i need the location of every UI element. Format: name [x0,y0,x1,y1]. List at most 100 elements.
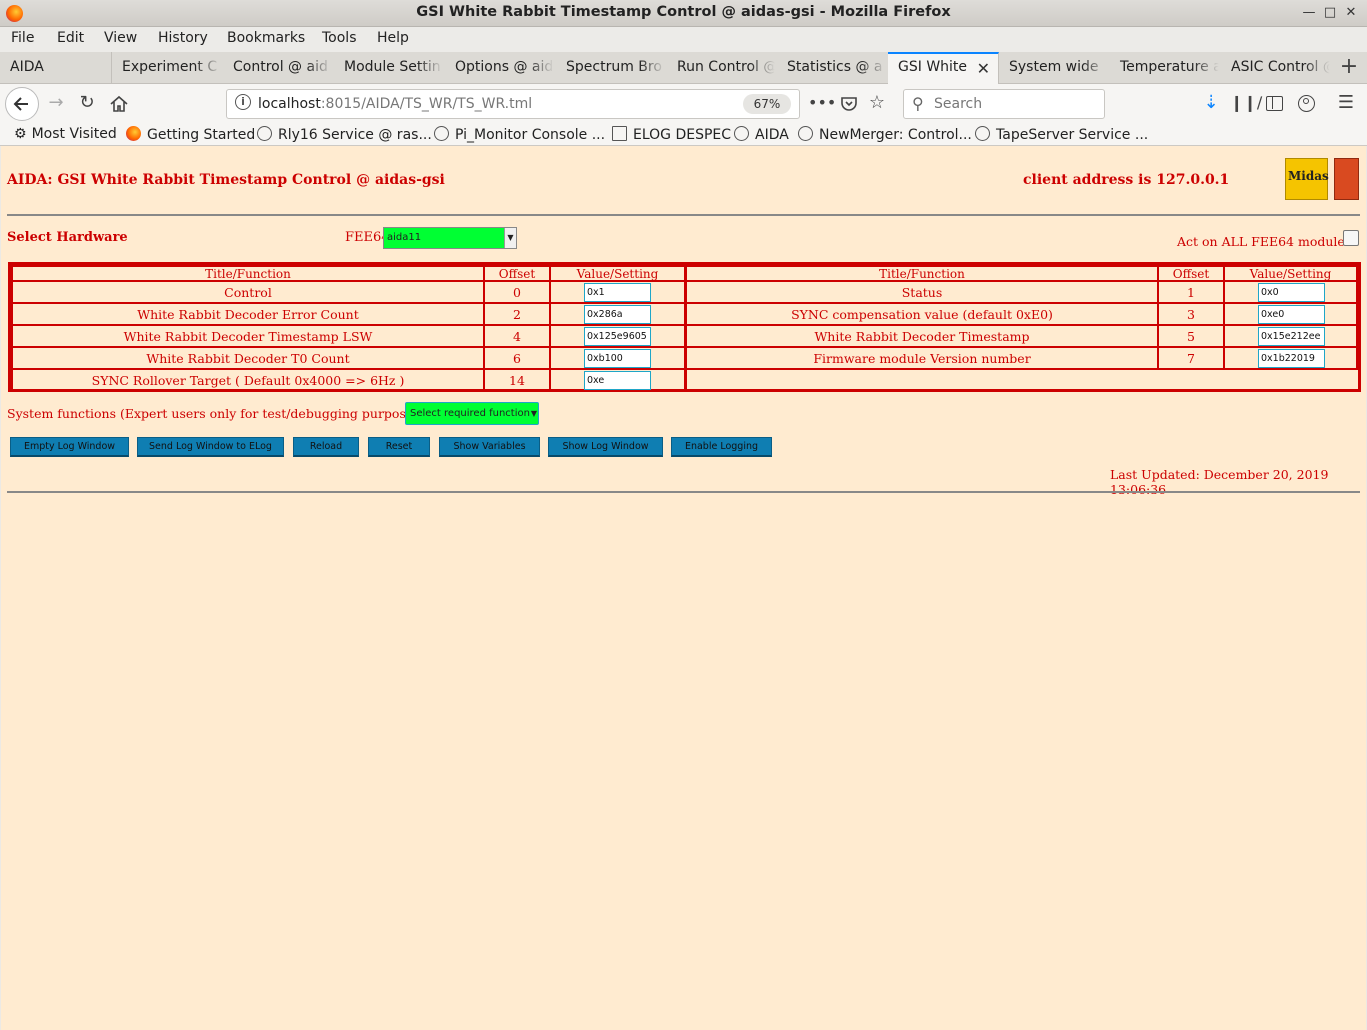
hamburger-menu-icon[interactable]: ☰ [1333,90,1359,116]
bookmark-aida[interactable]: AIDA [734,126,789,143]
tab-strip: AIDA Experiment C Control @ aid Module S… [0,52,1367,84]
right-row-3-offset: 7 [1157,346,1225,370]
bookmark-rly16[interactable]: Rly16 Service @ ras... [257,126,432,143]
left-row-4-value-input[interactable]: 0xe [584,371,651,390]
divider [7,491,1360,493]
back-arrow-icon [13,97,28,111]
left-row-3-offset: 6 [483,346,551,370]
right-row-0-title: Status [685,280,1159,304]
menu-history[interactable]: History [158,30,208,46]
menu-view[interactable]: View [104,30,137,46]
send-log-to-elog-button[interactable]: Send Log Window to ELog [137,437,284,457]
globe-icon [257,126,272,141]
bookmark-most-visited[interactable]: ⚙ Most Visited [14,126,117,142]
tab-gsi-white-rabbit[interactable]: GSI White I ✕ [888,52,999,84]
maximize-icon[interactable]: □ [1322,5,1338,21]
tab-aida[interactable]: AIDA [0,52,112,83]
menu-help[interactable]: Help [377,30,409,46]
menu-file[interactable]: File [11,30,34,46]
fee64-select[interactable]: aida11 ▼ [383,227,517,249]
reload-icon[interactable]: ↻ [75,90,99,116]
left-row-2-value-input[interactable]: 0x125e9605 [584,327,651,346]
show-variables-button[interactable]: Show Variables [439,437,540,457]
url-text[interactable]: localhost:8015/AIDA/TS_WR/TS_WR.tml [258,96,532,112]
bookmark-elog-despec[interactable]: ELOG DESPEC [612,126,731,143]
enable-logging-button[interactable]: Enable Logging [671,437,772,457]
right-row-0-value-input[interactable]: 0x0 [1258,283,1325,302]
right-row-1-value-input[interactable]: 0xe0 [1258,305,1325,324]
system-functions-label: System functions (Expert users only for … [7,406,440,421]
forward-icon[interactable]: → [44,90,68,116]
act-all-checkbox[interactable] [1343,230,1359,246]
system-function-select[interactable]: Select required function ▼ [405,402,539,425]
menu-tools[interactable]: Tools [322,30,357,46]
zoom-indicator[interactable]: 67% [743,94,791,114]
left-row-0-title: Control [11,280,485,304]
library-icon[interactable]: ❙❙∕ [1230,90,1262,116]
firefox-icon [126,126,141,141]
pocket-icon[interactable] [839,94,859,114]
page-content: AIDA: GSI White Rabbit Timestamp Control… [1,146,1366,1030]
tab-options[interactable]: Options @ aid [445,52,556,83]
site-info-icon[interactable]: i [235,94,251,110]
minimize-icon[interactable]: — [1301,5,1317,21]
tab-control[interactable]: Control @ aid [223,52,334,83]
chevron-down-icon: ▼ [504,228,516,248]
system-function-selected-value: Select required function [410,408,530,419]
left-row-0-offset: 0 [483,280,551,304]
right-row-2-offset: 5 [1157,324,1225,348]
reset-button[interactable]: Reset [368,437,430,457]
window-titlebar: GSI White Rabbit Timestamp Control @ aid… [0,0,1367,27]
act-all-label: Act on ALL FEE64 modules? [1177,234,1358,249]
bookmarks-toolbar: ⚙ Most Visited Getting Started Rly16 Serv… [0,123,1367,146]
elog-icon [612,126,627,141]
tab-module-settings[interactable]: Module Settin [334,52,445,83]
tab-statistics[interactable]: Statistics @ a [777,52,888,83]
left-row-0-value-input[interactable]: 0x1 [584,283,651,302]
bookmark-pi-monitor[interactable]: Pi_Monitor Console ... [434,126,605,143]
left-row-1-value-input[interactable]: 0x286a [584,305,651,324]
back-button[interactable] [5,87,39,121]
tab-temperature[interactable]: Temperature a [1110,52,1221,83]
bookmark-tapeserver[interactable]: TapeServer Service ... [975,126,1148,143]
tab-spectrum-browser[interactable]: Spectrum Bro [556,52,667,83]
tab-experiment-control[interactable]: Experiment C [112,52,223,83]
bookmark-star-icon[interactable]: ☆ [864,90,890,116]
sidebar-icon[interactable] [1266,96,1283,111]
close-window-icon[interactable]: ✕ [1343,5,1359,21]
url-bar[interactable]: i localhost:8015/AIDA/TS_WR/TS_WR.tml [226,89,800,119]
globe-icon [975,126,990,141]
show-log-window-button[interactable]: Show Log Window [548,437,663,457]
left-row-4-offset: 14 [483,368,551,392]
close-tab-icon[interactable]: ✕ [977,59,990,78]
left-row-3-value-input[interactable]: 0xb100 [584,349,651,368]
page-actions-icon[interactable]: ••• [808,90,836,116]
menu-edit[interactable]: Edit [57,30,84,46]
search-input[interactable]: ⚲ Search [903,89,1105,119]
right-row-1-offset: 3 [1157,302,1225,326]
bookmark-newmerger[interactable]: NewMerger: Control... [798,126,972,143]
right-row-3-title: Firmware module Version number [685,346,1159,370]
home-icon[interactable] [108,93,130,115]
client-address: client address is 127.0.0.1 [1023,172,1230,188]
right-row-3-value-input[interactable]: 0x1b22019 [1258,349,1325,368]
page-title: AIDA: GSI White Rabbit Timestamp Control… [7,172,445,188]
bookmark-getting-started[interactable]: Getting Started [126,126,255,143]
right-row-2-title: White Rabbit Decoder Timestamp [685,324,1159,348]
chevron-down-icon: ▼ [530,409,538,418]
left-row-2-offset: 4 [483,324,551,348]
tab-run-control[interactable]: Run Control @ [667,52,777,83]
gear-icon: ⚙ [14,126,27,142]
right-row-2-value-input[interactable]: 0x15e212ee [1258,327,1325,346]
midas-logo: Midas [1285,158,1329,200]
right-row-0-offset: 1 [1157,280,1225,304]
empty-log-window-button[interactable]: Empty Log Window [10,437,129,457]
tab-system-wide[interactable]: System wide [999,52,1110,83]
downloads-icon[interactable]: ⇣ [1198,90,1224,116]
menu-bookmarks[interactable]: Bookmarks [227,30,305,46]
account-icon[interactable] [1298,95,1315,112]
reload-button[interactable]: Reload [293,437,359,457]
select-hardware-label: Select Hardware [7,230,128,245]
new-tab-icon[interactable]: + [1336,54,1362,80]
tab-asic-control[interactable]: ASIC Control @ [1221,52,1332,83]
